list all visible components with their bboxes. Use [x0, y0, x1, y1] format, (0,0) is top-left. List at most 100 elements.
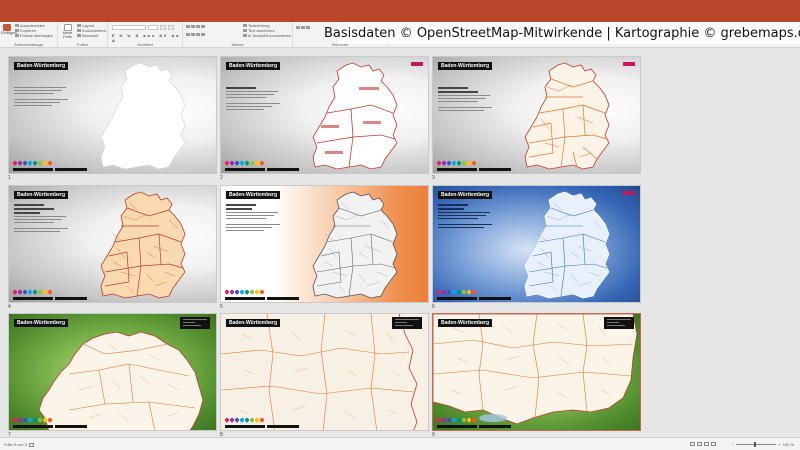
- map-regions: [312, 62, 398, 170]
- ribbon-group-paragraph: Textrichtung Text ausrichten In SmartArt…: [183, 22, 293, 48]
- view-buttons: [690, 442, 716, 446]
- spellcheck-icon[interactable]: [28, 442, 34, 447]
- paste-button[interactable]: Einfügen: [1, 24, 17, 38]
- slide-sorter-icon[interactable]: [697, 442, 702, 446]
- slide-title: Baden-Württemberg: [14, 319, 69, 327]
- slide-footer: [225, 425, 299, 428]
- slide-thumbnail-2[interactable]: Baden-Württemberg: [220, 56, 429, 174]
- slide-number: 5: [220, 304, 223, 310]
- pin-legend: [12, 417, 53, 423]
- map-legend: [392, 317, 422, 329]
- pin-legend: [436, 289, 477, 295]
- shapes-gallery[interactable]: [296, 26, 310, 29]
- zoom-out-icon[interactable]: −: [732, 442, 734, 447]
- slideshow-icon[interactable]: [711, 442, 716, 446]
- map-outline: [100, 62, 186, 170]
- zoom-slider-thumb[interactable]: [754, 442, 757, 447]
- slide-footer: [437, 297, 511, 300]
- map-detailed-zoom: [38, 331, 204, 430]
- list-buttons[interactable]: [186, 25, 205, 28]
- ribbon-group-clipboard: Einfügen Ausschneiden Kopieren Format üb…: [0, 22, 58, 48]
- map-legend: [604, 317, 634, 329]
- slide-thumbnail-7[interactable]: Baden-Württemberg: [8, 313, 217, 431]
- brush-icon: [15, 34, 19, 37]
- slide-footer: [225, 168, 299, 171]
- map-municipalities: [100, 191, 186, 299]
- ribbon-group-font: F K U S abc AV Aa A Schriftart: [108, 22, 183, 48]
- group-label-clipboard: Zwischenablage: [14, 42, 43, 47]
- arrow-shape-icon: [301, 26, 305, 29]
- slide-number: 6: [432, 304, 435, 310]
- slide-counter: Folie 9 von 9: [4, 442, 34, 447]
- font-selector-row: [112, 25, 174, 30]
- ribbon-group-slides: Neue Folie Layout Zurücksetzen Abschnitt…: [58, 22, 108, 48]
- section-button[interactable]: Abschnitt: [77, 33, 98, 38]
- pin-legend: [436, 417, 477, 423]
- layout-icon: [77, 24, 81, 27]
- align-text-icon: [243, 29, 247, 32]
- map-municipalities-blue: [524, 191, 610, 299]
- pin-legend: [12, 160, 53, 166]
- pin-legend: [224, 160, 265, 166]
- slide-thumbnail-5[interactable]: Baden-Württemberg: [220, 185, 429, 303]
- align-buttons[interactable]: [186, 33, 205, 36]
- group-label-font: Schriftart: [136, 42, 153, 47]
- slide-thumbnail-3[interactable]: Baden-Württemberg: [432, 56, 641, 174]
- pin-legend: [224, 289, 265, 295]
- copyright-banner: Basisdaten © OpenStreetMap-Mitwirkende |…: [324, 22, 800, 44]
- slide-footer: [13, 297, 87, 300]
- zoom-slider[interactable]: [736, 442, 777, 447]
- map-detailed-fullbleed: [221, 314, 428, 430]
- map-districts: [524, 62, 610, 170]
- slide-number: 1: [8, 175, 11, 181]
- shrink-font-button[interactable]: [168, 25, 174, 30]
- slide-number: 2: [220, 175, 223, 181]
- slide-footer: [225, 297, 299, 300]
- grow-font-button[interactable]: [160, 25, 166, 30]
- slide-thumbnail-6[interactable]: Baden-Württemberg: [432, 185, 641, 303]
- text-direction-icon: [243, 24, 247, 27]
- copy-icon: [15, 29, 19, 32]
- map-legend: [180, 317, 210, 329]
- slide-thumbnail-1[interactable]: Baden-Württemberg: [8, 56, 217, 174]
- slide-thumbnail-8[interactable]: Baden-Württemberg: [220, 313, 429, 431]
- font-size-select[interactable]: [148, 25, 158, 30]
- pin-legend: [12, 289, 53, 295]
- format-painter-button[interactable]: Format übertragen: [15, 33, 53, 38]
- section-icon: [77, 34, 81, 37]
- slide-title: Baden-Württemberg: [438, 319, 493, 327]
- align-left-icon: [186, 33, 190, 36]
- slide-footer: [437, 168, 511, 171]
- smartart-button[interactable]: In SmartArt konvertieren: [243, 33, 291, 38]
- copyright-text: Basisdaten © OpenStreetMap-Mitwirkende |…: [323, 25, 800, 41]
- slide-number: 3: [432, 175, 435, 181]
- pin-legend: [436, 160, 477, 166]
- map-detailed-south: [433, 314, 638, 425]
- slide-thumbnail-9[interactable]: Baden-Württemberg: [432, 313, 641, 431]
- reset-icon: [77, 29, 81, 32]
- numbered-list-icon: [191, 25, 195, 28]
- group-label-paragraph: Absatz: [231, 42, 244, 47]
- status-bar: Folie 9 von 9 − + 100 %: [0, 437, 800, 450]
- normal-view-icon[interactable]: [690, 442, 695, 446]
- smartart-icon: [243, 34, 247, 37]
- shapes-icon: [296, 26, 300, 29]
- pin-legend: [224, 417, 265, 423]
- new-slide-button[interactable]: Neue Folie: [60, 24, 75, 39]
- zoom-level[interactable]: 100 %: [783, 442, 794, 447]
- zoom-control: − + 100 %: [732, 442, 794, 447]
- indent-icon: [196, 25, 200, 28]
- slide-thumbnail-4[interactable]: Baden-Württemberg: [8, 185, 217, 303]
- slide-footer: [437, 425, 511, 428]
- align-right-icon: [196, 33, 200, 36]
- slide-title: Baden-Württemberg: [226, 319, 281, 327]
- slide-footer: [13, 425, 87, 428]
- reading-view-icon[interactable]: [704, 442, 709, 446]
- map-municipalities-gray: [312, 191, 398, 299]
- slide-footer: [13, 168, 87, 171]
- scissors-icon: [15, 24, 19, 27]
- rectangle-shape-icon: [306, 26, 310, 29]
- zoom-in-icon[interactable]: +: [778, 442, 780, 447]
- title-bar: [0, 0, 800, 22]
- font-family-select[interactable]: [112, 25, 146, 30]
